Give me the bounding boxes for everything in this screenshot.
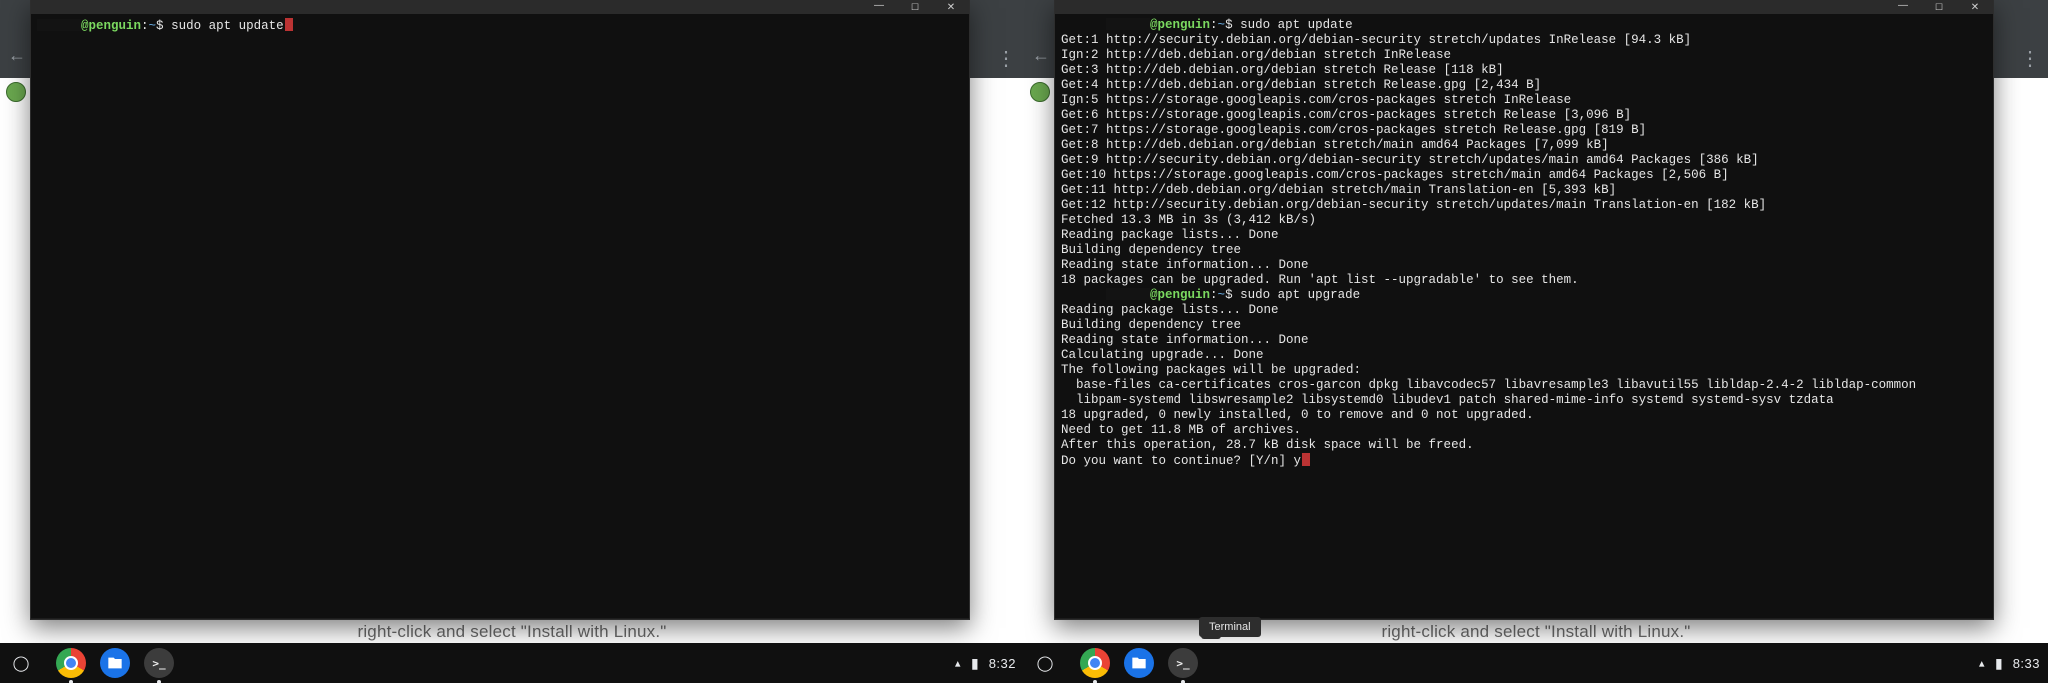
prompt-host: @penguin — [1150, 288, 1210, 302]
terminal-line: 18 upgraded, 0 newly installed, 0 to rem… — [1061, 408, 1987, 423]
screenshot-left: ← ⋮ right-click and select "Install with… — [0, 0, 1024, 683]
shelf-app-terminal[interactable] — [144, 648, 174, 678]
shelf-apps — [1080, 648, 1198, 678]
shelf: ◯ 8:32 — [0, 643, 1024, 683]
terminal-line: Reading state information... Done — [1061, 258, 1987, 273]
page-avatar-icon — [1030, 82, 1050, 102]
prompt-dollar: $ — [1225, 18, 1233, 32]
terminal-line: Get:4 http://deb.debian.org/debian stret… — [1061, 78, 1987, 93]
clock: 8:33 — [2013, 656, 2040, 671]
cursor-block-icon — [1302, 453, 1310, 466]
terminal-window[interactable]: @penguin:~$ sudo apt update — [30, 0, 970, 620]
terminal-line: libpam-systemd libswresample2 libsystemd… — [1061, 393, 1987, 408]
terminal-line: Get:12 http://security.debian.org/debian… — [1061, 198, 1987, 213]
cursor-block-icon — [285, 18, 293, 31]
terminal-line: Need to get 11.8 MB of archives. — [1061, 423, 1987, 438]
shelf: ◯ 8:33 — [1024, 643, 2048, 683]
terminal-prompt-line: @penguin:~$ sudo apt update — [37, 18, 963, 34]
terminal-line: 18 packages can be upgraded. Run 'apt li… — [1061, 273, 1987, 288]
terminal-body[interactable]: @penguin:~$ sudo apt updateGet:1 http://… — [1055, 14, 1993, 618]
terminal-line: Reading package lists... Done — [1061, 303, 1987, 318]
browser-menu-icon[interactable]: ⋮ — [996, 46, 1016, 71]
terminal-line: @penguin:~$ sudo apt update — [1061, 18, 1987, 33]
terminal-line: Get:9 http://security.debian.org/debian-… — [1061, 153, 1987, 168]
battery-icon — [1995, 655, 2003, 672]
shelf-app-terminal[interactable] — [1168, 648, 1198, 678]
clock: 8:32 — [989, 656, 1016, 671]
typed-command: sudo apt update — [171, 19, 284, 33]
shelf-app-chrome[interactable] — [1080, 648, 1110, 678]
shelf-app-files[interactable] — [1124, 648, 1154, 678]
prompt-path: ~ — [1218, 18, 1226, 32]
prompt-dollar: $ — [156, 19, 164, 33]
terminal-line: Reading state information... Done — [1061, 333, 1987, 348]
screenshot-right: ← ⋮ right-click and select "Install with… — [1024, 0, 2048, 683]
terminal-line: Get:8 http://deb.debian.org/debian stret… — [1061, 138, 1987, 153]
terminal-line: Get:7 https://storage.googleapis.com/cro… — [1061, 123, 1987, 138]
redacted-username — [1106, 18, 1150, 30]
terminal-line: Get:10 https://storage.googleapis.com/cr… — [1061, 168, 1987, 183]
nav-back-icon[interactable]: ← — [8, 46, 26, 64]
battery-icon — [971, 655, 979, 672]
terminal-line: Building dependency tree — [1061, 318, 1987, 333]
nav-back-icon[interactable]: ← — [1032, 46, 1050, 64]
window-maximize-button[interactable] — [897, 0, 933, 14]
terminal-line: Get:1 http://security.debian.org/debian-… — [1061, 33, 1987, 48]
typed-command: sudo apt update — [1240, 18, 1353, 32]
terminal-line: Get:6 https://storage.googleapis.com/cro… — [1061, 108, 1987, 123]
prompt-host: @penguin — [1150, 18, 1210, 32]
terminal-line: Reading package lists... Done — [1061, 228, 1987, 243]
system-tray[interactable]: 8:32 — [955, 655, 1016, 672]
window-minimize-button[interactable] — [1885, 0, 1921, 14]
page-hint-text: right-click and select "Install with Lin… — [0, 622, 1024, 642]
window-maximize-button[interactable] — [1921, 0, 1957, 14]
terminal-line: Fetched 13.3 MB in 3s (3,412 kB/s) — [1061, 213, 1987, 228]
system-tray[interactable]: 8:33 — [1979, 655, 2040, 672]
window-close-button[interactable] — [1957, 0, 1993, 14]
shelf-apps — [56, 648, 174, 678]
terminal-line: base-files ca-certificates cros-garcon d… — [1061, 378, 1987, 393]
wifi-icon — [955, 656, 961, 671]
typed-command: sudo apt upgrade — [1240, 288, 1360, 302]
page-avatar-icon — [6, 82, 26, 102]
terminal-line: The following packages will be upgraded: — [1061, 363, 1987, 378]
terminal-line: Do you want to continue? [Y/n] y — [1061, 453, 1987, 469]
terminal-line: Building dependency tree — [1061, 243, 1987, 258]
window-close-button[interactable] — [933, 0, 969, 14]
redacted-username — [37, 19, 81, 31]
redacted-username — [1106, 288, 1150, 300]
terminal-titlebar[interactable] — [1055, 0, 1993, 14]
window-minimize-button[interactable] — [861, 0, 897, 14]
prompt-dollar: $ — [1225, 288, 1233, 302]
terminal-window[interactable]: @penguin:~$ sudo apt updateGet:1 http://… — [1054, 0, 1994, 620]
terminal-line: Calculating upgrade... Done — [1061, 348, 1987, 363]
wifi-icon — [1979, 656, 1985, 671]
terminal-line: After this operation, 28.7 kB disk space… — [1061, 438, 1987, 453]
prompt-path: ~ — [149, 19, 157, 33]
page-hint-text: right-click and select "Install with Lin… — [1024, 622, 2048, 642]
shelf-app-files[interactable] — [100, 648, 130, 678]
terminal-line: Get:3 http://deb.debian.org/debian stret… — [1061, 63, 1987, 78]
launcher-button[interactable]: ◯ — [1032, 650, 1058, 676]
terminal-body[interactable]: @penguin:~$ sudo apt update — [31, 14, 969, 618]
prompt-path: ~ — [1218, 288, 1226, 302]
terminal-line: Ign:5 https://storage.googleapis.com/cro… — [1061, 93, 1987, 108]
terminal-line: Ign:2 http://deb.debian.org/debian stret… — [1061, 48, 1987, 63]
shelf-app-chrome[interactable] — [56, 648, 86, 678]
browser-menu-icon[interactable]: ⋮ — [2020, 46, 2040, 71]
launcher-button[interactable]: ◯ — [8, 650, 34, 676]
prompt-host: @penguin — [81, 19, 141, 33]
terminal-line: Get:11 http://deb.debian.org/debian stre… — [1061, 183, 1987, 198]
terminal-titlebar[interactable] — [31, 0, 969, 14]
terminal-line: @penguin:~$ sudo apt upgrade — [1061, 288, 1987, 303]
